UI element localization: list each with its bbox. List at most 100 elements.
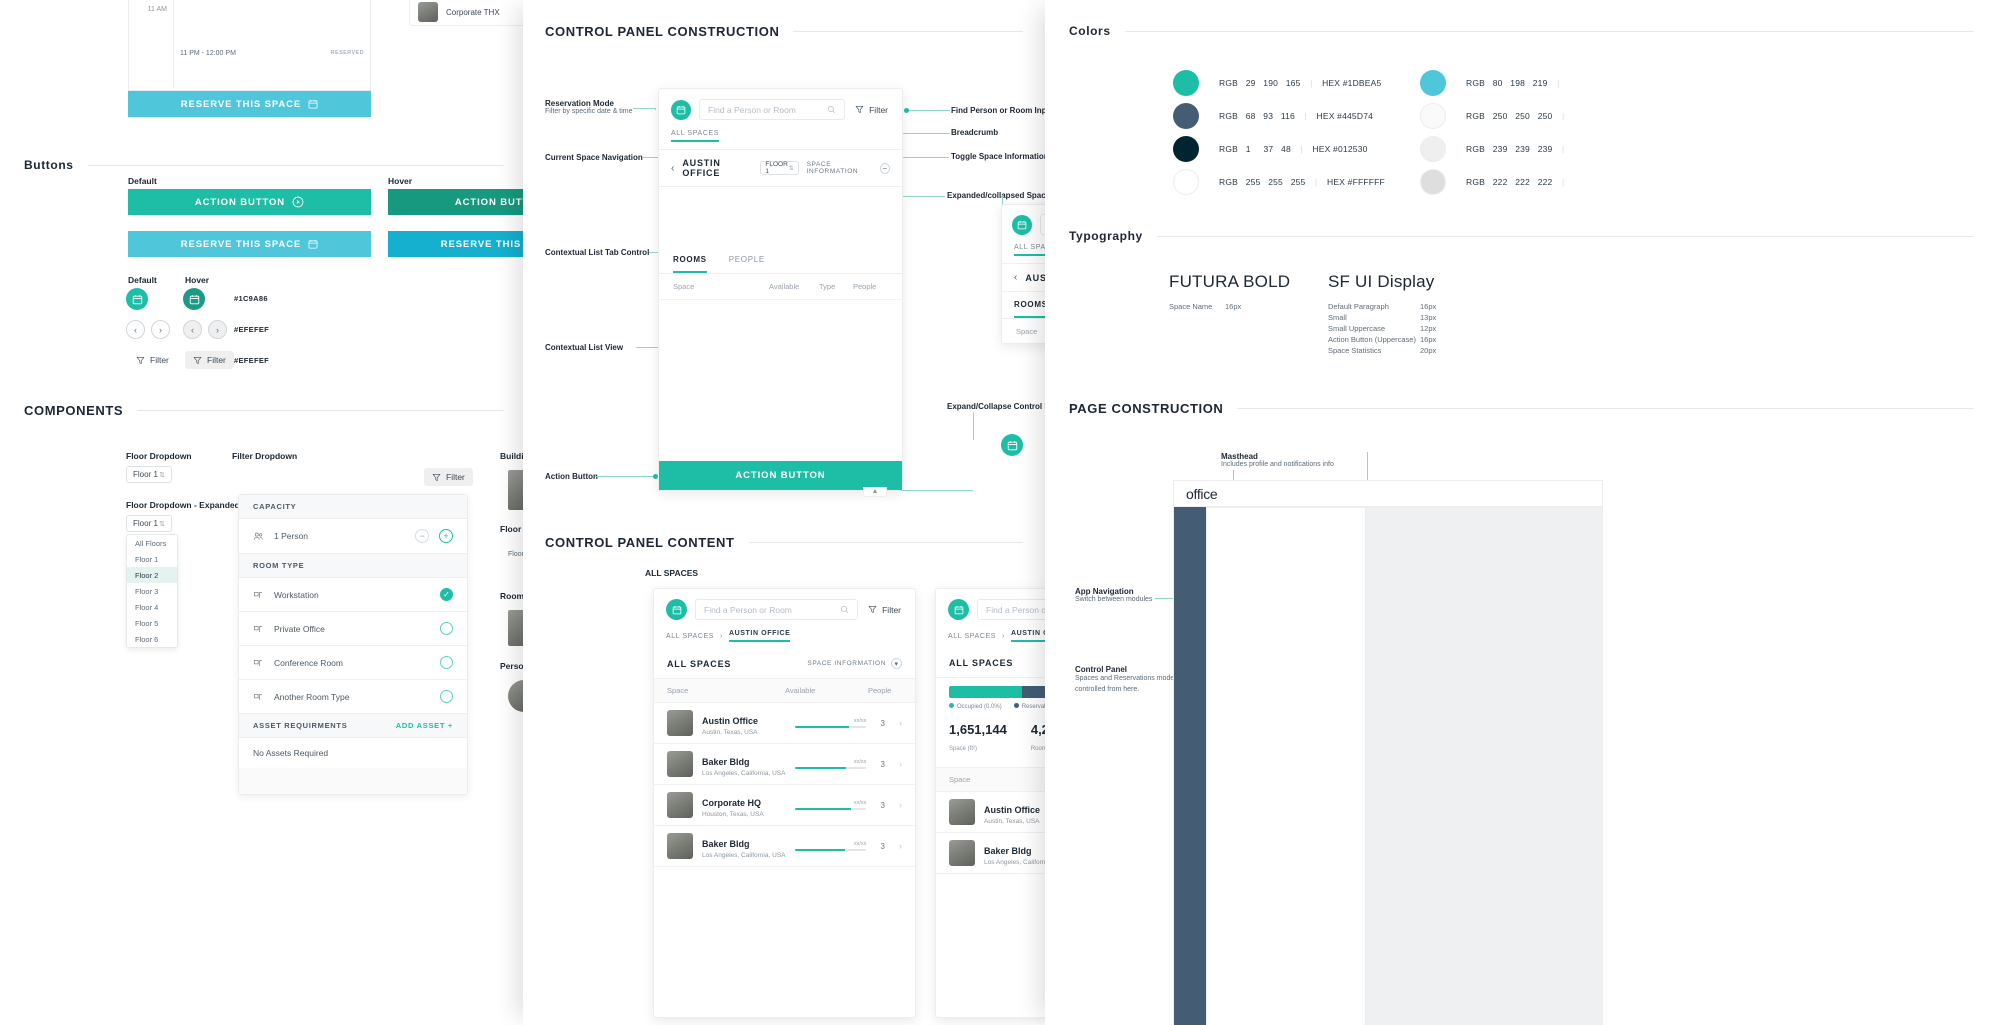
- floor-option[interactable]: Floor 5: [127, 615, 177, 631]
- floor-option[interactable]: Floor 4: [127, 599, 177, 615]
- annotation-action-button: Action Button: [545, 472, 598, 481]
- search-input[interactable]: Find a Person or Room: [695, 599, 859, 620]
- calendar-icon-button[interactable]: [948, 599, 969, 620]
- app-navigation[interactable]: [1174, 507, 1206, 1025]
- filter-panel: CAPACITY 1 Person − + ROOM TYPE Workstat…: [238, 494, 468, 795]
- add-asset-button[interactable]: ADD ASSET +: [396, 721, 453, 730]
- floor-dropdown-list[interactable]: All Floors Floor 1 Floor 2 Floor 3 Floor…: [126, 534, 178, 648]
- calendar-icon-button-hover[interactable]: [183, 288, 205, 310]
- room-type-row[interactable]: Workstation ✓: [239, 578, 467, 612]
- calendar-icon-button[interactable]: [666, 599, 687, 620]
- pager-hover[interactable]: ‹ ›: [183, 320, 227, 339]
- calendar-time: 11 AM: [147, 6, 167, 13]
- reserve-space-button-default[interactable]: RESERVE THIS SPACE: [128, 231, 371, 257]
- map-region[interactable]: [1366, 507, 1602, 1025]
- filter-button[interactable]: Filter: [853, 102, 890, 118]
- back-chevron-icon[interactable]: ‹: [671, 163, 674, 174]
- control-panel-region[interactable]: [1206, 507, 1366, 1025]
- tab-people[interactable]: PEOPLE: [729, 255, 765, 273]
- section-title-cp-construction: CONTROL PANEL CONSTRUCTION: [545, 24, 780, 39]
- room-type-row[interactable]: Another Room Type: [239, 680, 467, 714]
- filter-dropdown-trigger[interactable]: Filter: [424, 468, 473, 486]
- asset-empty-label: No Assets Required: [253, 748, 329, 758]
- annotation-sub: Filter by specific date & time: [545, 108, 633, 115]
- style-size: 16px: [1225, 302, 1242, 311]
- search-input[interactable]: Find a Person or Room: [699, 99, 846, 120]
- asset-header-label: ASSET REQUIRMENTS: [253, 721, 348, 730]
- table-row[interactable]: Baker Bldg Los Angeles, California, USA …: [654, 744, 915, 785]
- chevron-right-icon[interactable]: ›: [899, 841, 902, 851]
- room-type-radio[interactable]: [440, 622, 453, 635]
- chevron-right-icon[interactable]: ›: [208, 320, 227, 339]
- floor-option-selected[interactable]: Floor 2: [127, 567, 177, 583]
- column-available: Available: [769, 282, 800, 291]
- reserve-space-button-calendar[interactable]: RESERVE THIS SPACE: [128, 91, 371, 117]
- calendar-slot[interactable]: 11 PM - 12:00 PM RESERVED: [173, 46, 370, 88]
- floor-dropdown[interactable]: Floor 1 ⇅: [126, 466, 172, 483]
- floor-option[interactable]: Floor 6: [127, 631, 177, 647]
- room-type-row[interactable]: Conference Room: [239, 646, 467, 680]
- chevron-right-icon[interactable]: ›: [899, 718, 902, 728]
- breadcrumb-current[interactable]: AUSTIN OFFICE: [728, 630, 791, 642]
- search-icon: [841, 605, 849, 614]
- capacity-increment-button[interactable]: +: [439, 529, 453, 543]
- filter-button-hover[interactable]: Filter: [185, 351, 234, 369]
- calendar-icon: [954, 605, 963, 614]
- breadcrumb[interactable]: ALL SPACES › AUSTIN OFFICE: [654, 630, 915, 649]
- action-button-default[interactable]: ACTION BUTTON: [128, 189, 371, 215]
- floor-selector[interactable]: FLOOR 1 ⇅: [760, 161, 799, 175]
- calendar-icon-button[interactable]: [671, 99, 691, 120]
- breadcrumb-all[interactable]: ALL SPACES: [948, 633, 996, 640]
- chevron-right-icon[interactable]: ›: [899, 759, 902, 769]
- space-information-toggle[interactable]: SPACE INFORMATION −: [807, 161, 890, 175]
- tab-rooms[interactable]: ROOMS: [673, 255, 707, 273]
- room-type-row[interactable]: Private Office: [239, 612, 467, 646]
- capacity-decrement-button[interactable]: −: [415, 529, 429, 543]
- typography-sf: SF UI Display Default Paragraph 16px Sma…: [1328, 272, 1436, 356]
- color-swatch: [1173, 169, 1199, 195]
- table-row[interactable]: Corporate HQ Houston, Texas, USA xx/xx 3…: [654, 785, 915, 826]
- left-column: 10 AM - 10:30 AM AVAILABLE 11 AM 11 PM -…: [0, 0, 631, 1025]
- filter-label: Filter: [882, 604, 901, 615]
- breadcrumb-item[interactable]: ALL SPACES: [671, 130, 720, 142]
- collapsed-panel-icon-button[interactable]: [1001, 434, 1023, 456]
- room-type-radio[interactable]: [440, 690, 453, 703]
- calendar-icon-button[interactable]: [1012, 214, 1032, 235]
- typography-row: Small 13px: [1328, 313, 1436, 324]
- content-panel-toolbar: Find a Person or Room Filter: [654, 589, 915, 630]
- chevron-right-icon[interactable]: ›: [899, 800, 902, 810]
- divider: [793, 31, 1023, 32]
- divider: [1156, 235, 1974, 237]
- availability-bar: [795, 766, 867, 770]
- table-row[interactable]: Baker Bldg Los Angeles, California, USA …: [654, 826, 915, 867]
- room-type-radio[interactable]: [440, 656, 453, 669]
- control-panel-action-button[interactable]: ACTION BUTTON: [659, 461, 902, 490]
- pager-default[interactable]: ‹ ›: [126, 320, 170, 339]
- chevron-left-icon[interactable]: ‹: [183, 320, 202, 339]
- expand-icon[interactable]: ▾: [891, 658, 902, 669]
- breadcrumb-all[interactable]: ALL SPACES: [666, 633, 714, 640]
- chevron-left-icon[interactable]: ‹: [126, 320, 145, 339]
- breadcrumb[interactable]: ALL SPACES: [659, 130, 902, 149]
- filter-button-default[interactable]: Filter: [128, 351, 177, 369]
- collapse-handle[interactable]: ▲: [863, 487, 887, 497]
- space-information-toggle[interactable]: SPACE INFORMATION ▾: [807, 658, 902, 669]
- cp-content-header: CONTROL PANEL CONTENT: [545, 535, 1023, 550]
- space-thumbnail: [949, 840, 975, 866]
- filter-button[interactable]: Filter: [866, 602, 903, 618]
- back-chevron-icon[interactable]: ‹: [1014, 272, 1017, 283]
- table-row[interactable]: Austin Office Austin, Texas, USA xx/xx 3…: [654, 703, 915, 744]
- floor-dropdown-expanded-trigger[interactable]: Floor 1 ⇅: [126, 515, 172, 532]
- calendar-icon-button-default[interactable]: [126, 288, 148, 310]
- contextual-tabs[interactable]: ROOMS PEOPLE: [659, 245, 902, 274]
- floor-option[interactable]: All Floors: [127, 535, 177, 551]
- middle-column: CONTROL PANEL CONSTRUCTION Reservation M…: [523, 0, 1121, 1025]
- chevron-right-icon[interactable]: ›: [151, 320, 170, 339]
- floor-option[interactable]: Floor 3: [127, 583, 177, 599]
- floor-option[interactable]: Floor 1: [127, 551, 177, 567]
- room-type-radio-selected[interactable]: ✓: [440, 588, 453, 601]
- column-people: People: [868, 686, 892, 695]
- collapse-icon[interactable]: −: [880, 162, 890, 174]
- tab-rooms[interactable]: ROOMS: [1014, 300, 1048, 318]
- calendar-slot[interactable]: [173, 2, 370, 46]
